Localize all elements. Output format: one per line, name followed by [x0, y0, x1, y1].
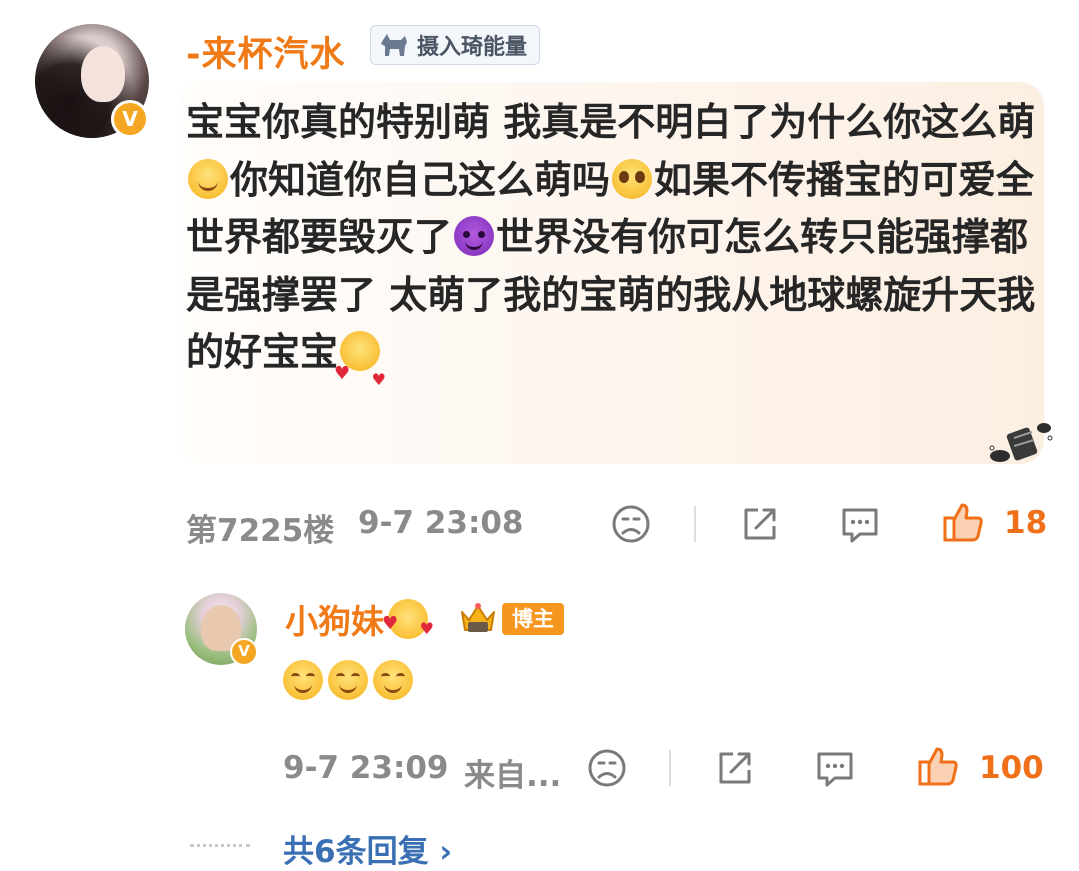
reply-source: 来自...: [464, 758, 562, 794]
comment-time: 9-7 23:08: [358, 505, 524, 541]
fan-badge-label: 摄入琦能量: [417, 35, 528, 60]
more-replies-label: 共6条回复: [283, 834, 429, 870]
crown-icon: [461, 603, 495, 632]
divider: [669, 750, 671, 786]
comment-text-segment: 你知道你自己这么萌吗: [230, 157, 611, 202]
smiling-face-with-hearts-emoji: [382, 599, 434, 639]
bubble-decoration-icon: [989, 423, 1053, 462]
share-icon[interactable]: [713, 746, 757, 790]
comment-bubble-icon[interactable]: [838, 502, 882, 546]
frown-face-icon[interactable]: [609, 502, 653, 546]
thread-dots: [190, 844, 250, 847]
reply-username[interactable]: 小狗妹: [285, 595, 434, 643]
comment-text-segment: 宝宝你真的特别萌 我真是不明白了为什么你这么萌: [186, 100, 1036, 144]
view-more-replies-link[interactable]: 共6条回复 ›: [283, 826, 452, 871]
smirk-emoji: [283, 660, 323, 700]
comment-bubble-icon[interactable]: [813, 746, 857, 790]
chevron-right-icon: ›: [439, 834, 453, 870]
smirk-emoji: [328, 660, 368, 700]
reply-username-text: 小狗妹: [285, 602, 384, 641]
devil-face-emoji: [454, 216, 495, 256]
verified-icon: V: [111, 100, 149, 138]
frown-face-icon[interactable]: [585, 746, 629, 790]
reply-content: [283, 660, 413, 700]
thumbs-up-icon[interactable]: [941, 500, 985, 544]
fan-badge[interactable]: 摄入琦能量: [370, 25, 541, 65]
pleading-face-emoji: [612, 158, 653, 199]
like-count: 18: [1004, 505, 1048, 541]
dog-icon: [381, 34, 407, 56]
divider: [694, 506, 696, 542]
thumbs-up-icon[interactable]: [916, 744, 960, 788]
smiling-face-with-hearts-emoji: [334, 331, 386, 409]
smiling-face-emoji: [188, 158, 228, 199]
share-icon[interactable]: [738, 502, 782, 546]
reply-like-count: 100: [979, 750, 1044, 786]
username[interactable]: -来杯汽水: [186, 26, 346, 77]
reply-time: 9-7 23:09: [283, 750, 449, 786]
comment-content: 宝宝你真的特别萌 我真是不明白了为什么你这么萌你知道你自己这么萌吗 如果不传播宝的…: [186, 94, 1036, 409]
smirk-emoji: [373, 660, 413, 700]
verified-icon: V: [230, 638, 258, 666]
floor-number: 第7225楼: [186, 513, 335, 549]
blogger-tag: 博主: [502, 603, 564, 635]
